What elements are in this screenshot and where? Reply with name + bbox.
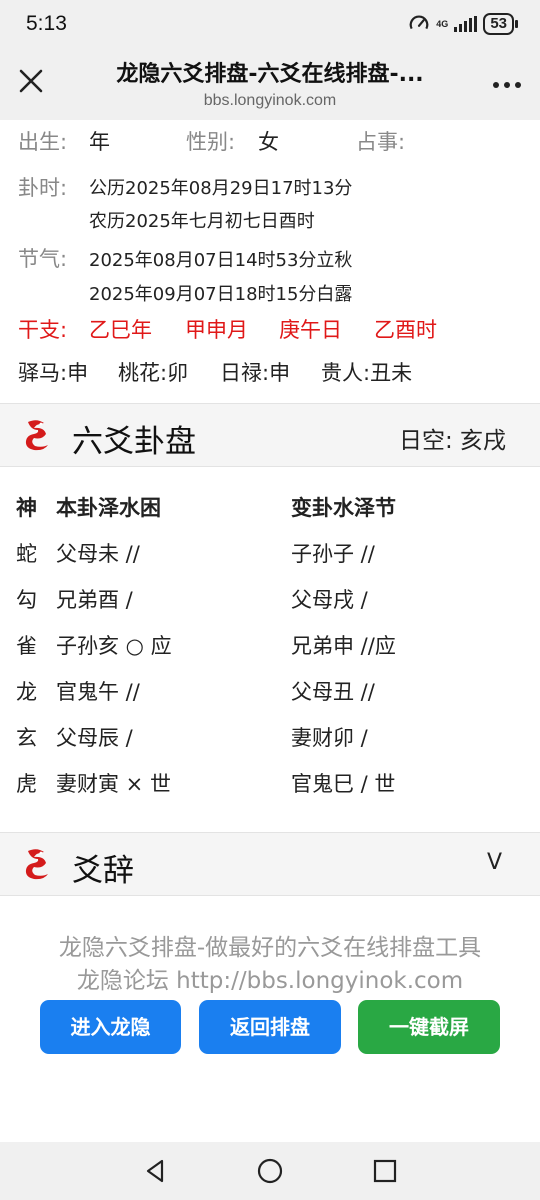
- home-icon[interactable]: [257, 1158, 283, 1184]
- back-to-paipan-button[interactable]: 返回排盘: [199, 1000, 341, 1054]
- row-bengua: 兄弟酉 /: [56, 588, 133, 612]
- browser-top-bar: 龙隐六爻排盘-六爻在线排盘-... bbs.longyinok.com: [0, 48, 540, 120]
- row-biangua: 兄弟申 //应: [291, 634, 396, 658]
- row-shen: 蛇: [16, 542, 37, 566]
- shensha-guiren: 贵人:丑未: [321, 361, 413, 385]
- speed-gauge-icon: [409, 15, 429, 30]
- row-biangua: 父母丑 //: [291, 680, 375, 704]
- rikong: 日空: 亥戌: [398, 428, 506, 454]
- page-title: 龙隐六爻排盘-六爻在线排盘-...: [116, 62, 424, 87]
- row-bengua: 官鬼午 //: [56, 680, 140, 704]
- row-bengua: 父母辰 /: [56, 726, 133, 750]
- yaoci-section-header[interactable]: 爻辞 V: [0, 832, 540, 896]
- row-biangua: 父母戌 /: [291, 588, 368, 612]
- more-menu-icon[interactable]: [490, 70, 524, 100]
- shensha-taohua: 桃花:卯: [118, 361, 189, 385]
- row-shen: 龙: [16, 680, 37, 704]
- status-time: 5:13: [26, 12, 67, 35]
- gua-time-solar: 公历2025年08月29日17时13分: [89, 178, 353, 199]
- header-biangua: 变卦水泽节: [291, 496, 396, 520]
- jieqi-label: 节气:: [18, 247, 68, 271]
- battery-icon: 53: [483, 13, 518, 35]
- paipan-title: 六爻卦盘: [72, 424, 196, 460]
- gua-time-lunar: 农历2025年七月初七日酉时: [89, 211, 315, 232]
- network-type: 4G: [436, 18, 449, 29]
- row-biangua: 子孙子 //: [291, 542, 375, 566]
- shensha-rilu: 日禄:申: [220, 361, 291, 385]
- row-biangua: 妻财卯 /: [291, 726, 368, 750]
- birth-value: 年: [89, 130, 110, 154]
- close-icon[interactable]: [14, 64, 48, 98]
- ganzhi-month: 甲申月: [185, 318, 248, 342]
- enter-longyin-button[interactable]: 进入龙隐: [40, 1000, 181, 1054]
- screenshot-button[interactable]: 一键截屏: [358, 1000, 500, 1054]
- status-bar: 5:13 4G 53: [0, 0, 540, 48]
- row-biangua: 官鬼巳 / 世: [291, 772, 396, 796]
- birth-label: 出生:: [18, 130, 68, 154]
- yaoci-expand-toggle[interactable]: V: [487, 850, 502, 875]
- paipan-section-header: 六爻卦盘 日空: 亥戌: [0, 403, 540, 467]
- status-icons: 4G 53: [408, 13, 518, 35]
- signal-icon: [454, 16, 478, 32]
- page-url: bbs.longyinok.com: [203, 92, 337, 109]
- row-bengua: 妻财寅 × 世: [56, 772, 171, 796]
- matter-label: 占事:: [356, 130, 406, 154]
- footer-forum-link[interactable]: 龙隐论坛 http://bbs.longyinok.com: [0, 961, 540, 995]
- ganzhi-hour: 乙酉时: [374, 318, 437, 342]
- row-bengua: 父母未 //: [56, 542, 140, 566]
- dragon-logo-icon: [25, 849, 48, 880]
- ganzhi-day: 庚午日: [279, 318, 342, 342]
- ganzhi-year: 乙巳年: [89, 318, 152, 342]
- gender-value: 女: [258, 130, 279, 154]
- gender-label: 性别:: [186, 130, 236, 154]
- jieqi-second: 2025年09月07日18时15分白露: [89, 284, 353, 305]
- row-shen: 雀: [16, 634, 37, 658]
- system-nav-bar: [0, 1142, 540, 1200]
- yaoci-title: 爻辞: [72, 853, 134, 889]
- gua-time-label: 卦时:: [18, 176, 68, 200]
- row-bengua: 子孙亥 ○ 应: [56, 634, 172, 658]
- back-icon[interactable]: [142, 1158, 168, 1184]
- header-bengua: 本卦泽水困: [56, 496, 161, 520]
- row-shen: 勾: [16, 588, 37, 612]
- recents-icon[interactable]: [372, 1158, 398, 1184]
- jieqi-first: 2025年08月07日14时53分立秋: [89, 250, 353, 271]
- row-shen: 虎: [16, 772, 37, 796]
- shensha-yima: 驿马:申: [18, 361, 89, 385]
- ganzhi-label: 干支:: [18, 318, 68, 342]
- page-title-block: 龙隐六爻排盘-六爻在线排盘-... bbs.longyinok.com: [72, 56, 468, 110]
- header-shen: 神: [16, 496, 37, 520]
- footer-slogan: 龙隐六爻排盘-做最好的六爻在线排盘工具: [58, 935, 482, 961]
- dragon-logo-icon: [25, 420, 48, 451]
- row-shen: 玄: [16, 726, 37, 750]
